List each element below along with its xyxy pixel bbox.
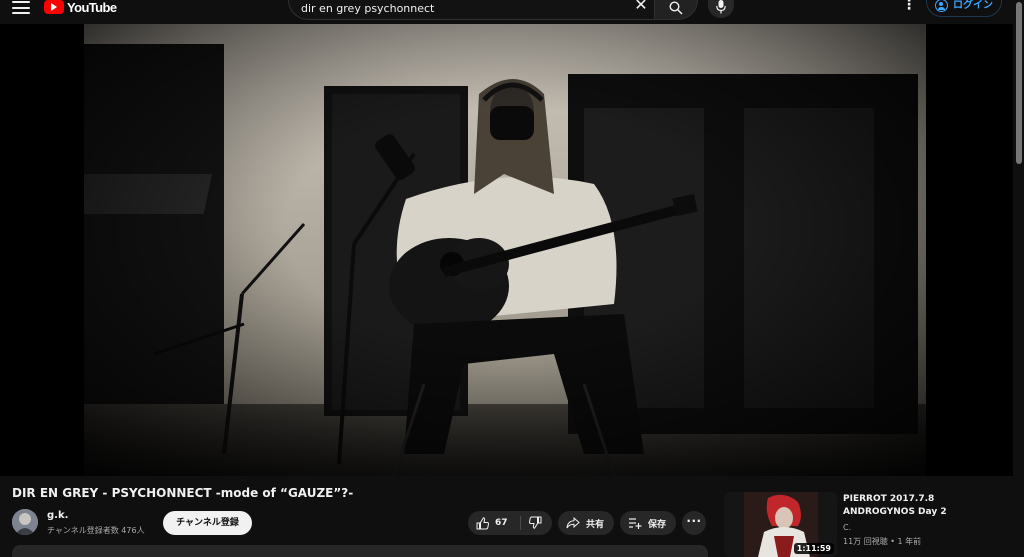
save-label: 保存 xyxy=(648,519,667,530)
more-vert-icon[interactable]: ⋮ xyxy=(902,0,916,13)
avatar[interactable] xyxy=(12,509,38,535)
save-button[interactable]: 保存 xyxy=(620,511,676,535)
video-frame[interactable] xyxy=(84,24,926,476)
dislike-button[interactable] xyxy=(521,511,552,535)
channel-name[interactable]: g.k. xyxy=(47,510,68,521)
duration-badge: 1:11:59 xyxy=(793,543,834,554)
menu-icon[interactable] xyxy=(12,0,30,14)
voice-search-button[interactable] xyxy=(708,0,734,18)
thumbs-up-icon xyxy=(476,516,489,529)
logo-text: YouTube xyxy=(67,0,117,15)
recommendation-channel[interactable]: C. xyxy=(843,523,851,532)
mic-icon xyxy=(716,0,726,14)
video-title: DIR EN GREY - PSYCHONNECT -mode of “GAUZ… xyxy=(12,486,354,500)
like-count: 67 xyxy=(495,518,508,528)
like-button[interactable]: 67 xyxy=(468,511,520,535)
top-bar: YouTube ✕ ⋮ ログイン xyxy=(0,0,1024,24)
close-icon[interactable]: ✕ xyxy=(632,0,650,16)
scrollbar-thumb[interactable] xyxy=(1016,2,1022,164)
share-label: 共有 xyxy=(586,519,605,530)
subscribe-button[interactable]: チャンネル登録 xyxy=(163,511,252,535)
more-horiz-icon[interactable]: ··· xyxy=(682,511,706,535)
video-image xyxy=(84,24,926,476)
login-label: ログイン xyxy=(953,0,993,11)
search-button[interactable] xyxy=(654,0,698,20)
recommendation-thumbnail[interactable]: 1:11:59 xyxy=(724,492,837,557)
thumbs-down-icon xyxy=(529,516,542,529)
scrollbar[interactable] xyxy=(1013,0,1024,557)
search-input[interactable] xyxy=(301,1,631,15)
youtube-logo-icon xyxy=(44,0,64,14)
search-box xyxy=(288,0,654,20)
playlist-add-icon xyxy=(629,518,642,529)
youtube-logo[interactable]: YouTube xyxy=(44,0,117,15)
like-dislike-group: 67 xyxy=(468,511,552,535)
share-button[interactable]: 共有 xyxy=(558,511,614,535)
subscriber-count: チャンネル登録者数 476人 xyxy=(47,526,145,535)
recommendation-meta: 11万 回視聴 • 1 年前 xyxy=(843,537,922,546)
search-icon xyxy=(669,1,683,15)
share-icon xyxy=(566,517,580,529)
video-player[interactable] xyxy=(0,24,1013,476)
login-button[interactable]: ログイン xyxy=(926,0,1002,17)
description-box[interactable] xyxy=(12,545,708,557)
recommendation-item[interactable]: 1:11:59 PIERROT 2017.7.8 ANDROGYNOS Day … xyxy=(724,492,1014,557)
user-circle-icon xyxy=(935,0,948,12)
recommendation-title[interactable]: PIERROT 2017.7.8 ANDROGYNOS Day 2 xyxy=(843,493,993,519)
